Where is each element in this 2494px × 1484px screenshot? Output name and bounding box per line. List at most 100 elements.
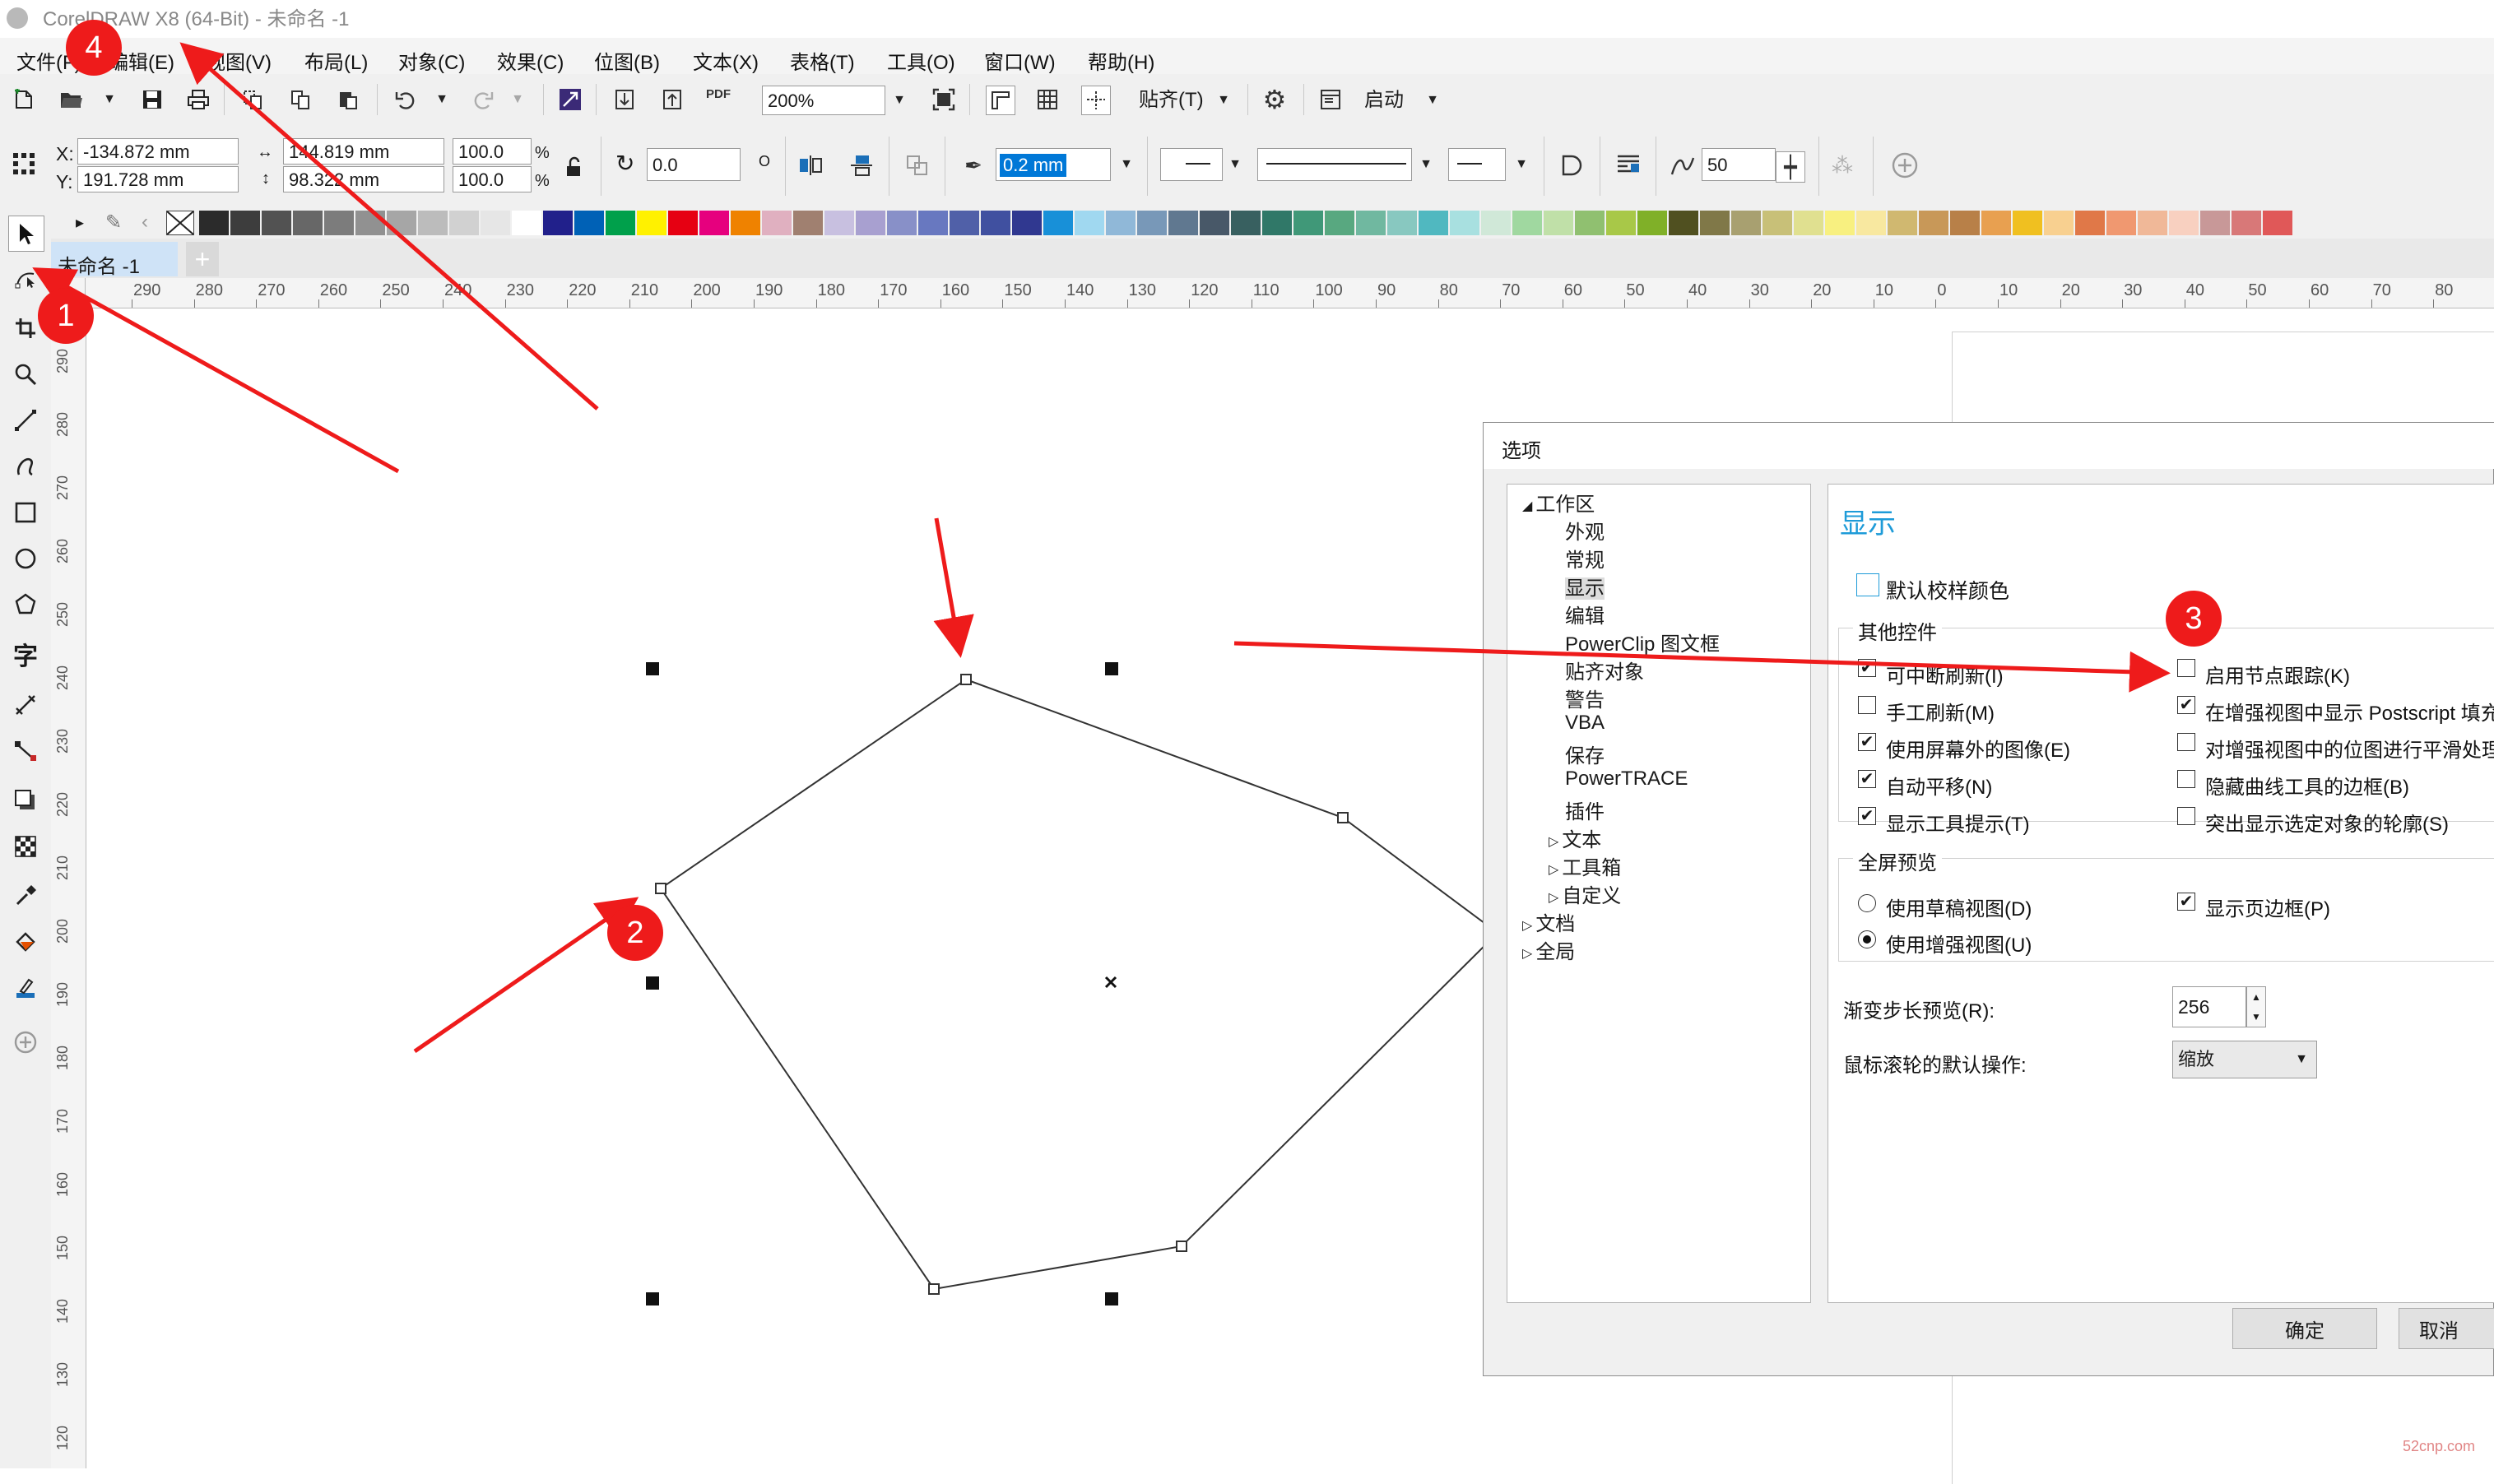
tree-item-label: 警告: [1565, 689, 1605, 712]
mouse-wheel-dropdown-icon: ▼: [2295, 1052, 2308, 1066]
option-checkbox-label: 对增强视图中的位图进行平滑处理: [2205, 740, 2494, 762]
option-checkbox[interactable]: [2177, 659, 2195, 677]
tree-item-label: 插件: [1565, 801, 1605, 823]
tree-item-label: 贴齐对象: [1565, 661, 1644, 684]
tree-item[interactable]: 保存: [1565, 740, 1605, 768]
fountain-steps-spinner[interactable]: ▲ ▼: [2246, 986, 2266, 1027]
tree-collapsed-icon[interactable]: ▷: [1549, 891, 1558, 905]
tree-collapsed-icon[interactable]: ▷: [1549, 835, 1558, 849]
tree-item[interactable]: ▷ 自定义: [1549, 879, 1622, 907]
mouse-wheel-label: 鼠标滚轮的默认操作:: [1843, 1055, 2027, 1077]
tree-collapsed-icon[interactable]: ▷: [1549, 863, 1558, 877]
tree-item-label: 常规: [1565, 550, 1605, 572]
tree-item-label: 外观: [1565, 522, 1605, 544]
polygon-shape[interactable]: [659, 678, 1499, 1291]
tree-item-label: 保存: [1565, 745, 1605, 768]
selection-handle[interactable]: [1105, 1292, 1118, 1305]
tree-item[interactable]: ▷ 工具箱: [1549, 851, 1622, 879]
option-checkbox[interactable]: [2177, 733, 2195, 751]
tree-item-label: VBA: [1565, 712, 1605, 734]
tree-item[interactable]: ▷ 文档: [1522, 907, 1576, 935]
tree-item[interactable]: 常规: [1565, 544, 1605, 572]
option-checkbox-label: 突出显示选定对象的轮廓(S): [2205, 814, 2449, 836]
tree-item[interactable]: PowerClip 图文框: [1565, 628, 1720, 656]
tree-item[interactable]: 外观: [1565, 516, 1605, 544]
tree-item[interactable]: ▷ 全局: [1522, 935, 1576, 963]
option-checkbox-label: 启用节点跟踪(K): [2205, 665, 2350, 688]
tree-item-label: 文档: [1535, 913, 1576, 935]
option-checkbox-label: 使用屏幕外的图像(E): [1886, 740, 2070, 762]
option-checkbox-label: 可中断刷新(I): [1886, 665, 2004, 688]
tree-item[interactable]: ◢ 工作区: [1522, 488, 1595, 516]
tree-item[interactable]: 编辑: [1565, 600, 1605, 628]
selection-handle[interactable]: [646, 662, 659, 675]
dialog-title-bar[interactable]: 选项: [1484, 423, 2494, 469]
tree-item-label: 工具箱: [1562, 857, 1622, 879]
tree-item[interactable]: 插件: [1565, 795, 1605, 823]
tree-item-label: 自定义: [1562, 885, 1622, 907]
cancel-button[interactable]: 取消: [2399, 1308, 2494, 1349]
curve-node[interactable]: [960, 674, 972, 685]
selection-handle[interactable]: [646, 976, 659, 990]
curve-node[interactable]: [928, 1283, 940, 1295]
option-checkbox-label: 自动平移(N): [1886, 777, 1993, 799]
fountain-steps-field[interactable]: 256: [2172, 986, 2246, 1027]
tree-item-label: 工作区: [1535, 494, 1595, 516]
tree-item[interactable]: ▷ 文本: [1549, 823, 1602, 851]
tree-item-label: PowerClip 图文框: [1565, 633, 1721, 656]
tree-collapsed-icon[interactable]: ▷: [1522, 947, 1532, 961]
option-checkbox[interactable]: ✔: [1858, 807, 1876, 825]
dialog-title: 选项: [1502, 440, 1541, 462]
show-page-border-label: 显示页边框(P): [2205, 898, 2330, 921]
option-checkbox[interactable]: ✔: [1858, 659, 1876, 677]
other-controls-legend: 其他控件: [1853, 616, 1942, 645]
tree-collapsed-icon[interactable]: ▷: [1522, 919, 1532, 933]
tree-item[interactable]: VBA: [1565, 712, 1605, 736]
option-checkbox-label: 在增强视图中显示 Postscript 填充: [2205, 703, 2494, 725]
enhanced-view-label: 使用增强视图(U): [1886, 934, 2032, 957]
watermark: 52cnp.com: [2403, 1438, 2476, 1454]
tree-expanded-icon[interactable]: ◢: [1522, 499, 1532, 513]
fullscreen-preview-legend: 全屏预览: [1853, 846, 1942, 875]
curve-node[interactable]: [655, 883, 666, 894]
default-proof-label: 默认校样颜色: [1886, 580, 2010, 603]
option-checkbox-label: 手工刷新(M): [1886, 703, 1995, 725]
curve-node[interactable]: [1176, 1241, 1187, 1252]
default-proof-checkbox[interactable]: [1856, 573, 1879, 596]
option-checkbox-label: 隐藏曲线工具的边框(B): [2205, 777, 2409, 799]
tree-item-label: 文本: [1562, 829, 1602, 851]
tree-item[interactable]: PowerTRACE: [1565, 768, 1688, 792]
annotation-badge-2: 2: [607, 905, 663, 961]
option-checkbox[interactable]: [2177, 770, 2195, 788]
tree-item-label: 显示: [1565, 577, 1605, 600]
selection-handle[interactable]: [646, 1292, 659, 1305]
tree-item-label: PowerTRACE: [1565, 768, 1688, 790]
option-checkbox[interactable]: [2177, 807, 2195, 825]
options-dialog: 选项 ◢ 工作区 外观 常规 显示 编辑 PowerClip 图文框 贴齐对象 警告 VBA 保存 P…: [1483, 422, 2494, 1376]
option-checkbox[interactable]: [1858, 696, 1876, 714]
fountain-steps-label: 渐变步长预览(R):: [1843, 1000, 1995, 1023]
enhanced-view-radio[interactable]: [1858, 930, 1876, 948]
annotation-badge-4: 4: [66, 20, 122, 76]
option-checkbox[interactable]: ✔: [1858, 733, 1876, 751]
show-page-border-checkbox[interactable]: ✔: [2177, 893, 2195, 911]
annotation-badge-1: 1: [38, 288, 94, 344]
annotation-badge-3: 3: [2166, 591, 2222, 647]
mouse-wheel-value: 缩放: [2178, 1049, 2215, 1069]
mouse-wheel-select[interactable]: 缩放 ▼: [2172, 1041, 2317, 1078]
option-checkbox[interactable]: ✔: [1858, 770, 1876, 788]
draft-view-radio[interactable]: [1858, 894, 1876, 912]
tree-item[interactable]: 显示: [1565, 572, 1605, 600]
options-tree: ◢ 工作区外观常规显示编辑 PowerClip 图文框 贴齐对象警告 VBA 保存 Powe…: [1507, 484, 1811, 1303]
panel-heading: 显示: [1840, 508, 1896, 540]
ok-button[interactable]: 确定: [2232, 1308, 2377, 1349]
tree-item-label: 全局: [1535, 941, 1576, 963]
curve-node[interactable]: [1337, 812, 1349, 823]
draft-view-label: 使用草稿视图(D): [1886, 898, 2032, 921]
tree-item[interactable]: 警告: [1565, 684, 1605, 712]
tree-item-label: 编辑: [1565, 605, 1605, 628]
selection-handle[interactable]: [1105, 662, 1118, 675]
selection-center-marker[interactable]: [1104, 976, 1117, 989]
option-checkbox[interactable]: ✔: [2177, 696, 2195, 714]
tree-item[interactable]: 贴齐对象: [1565, 656, 1644, 684]
